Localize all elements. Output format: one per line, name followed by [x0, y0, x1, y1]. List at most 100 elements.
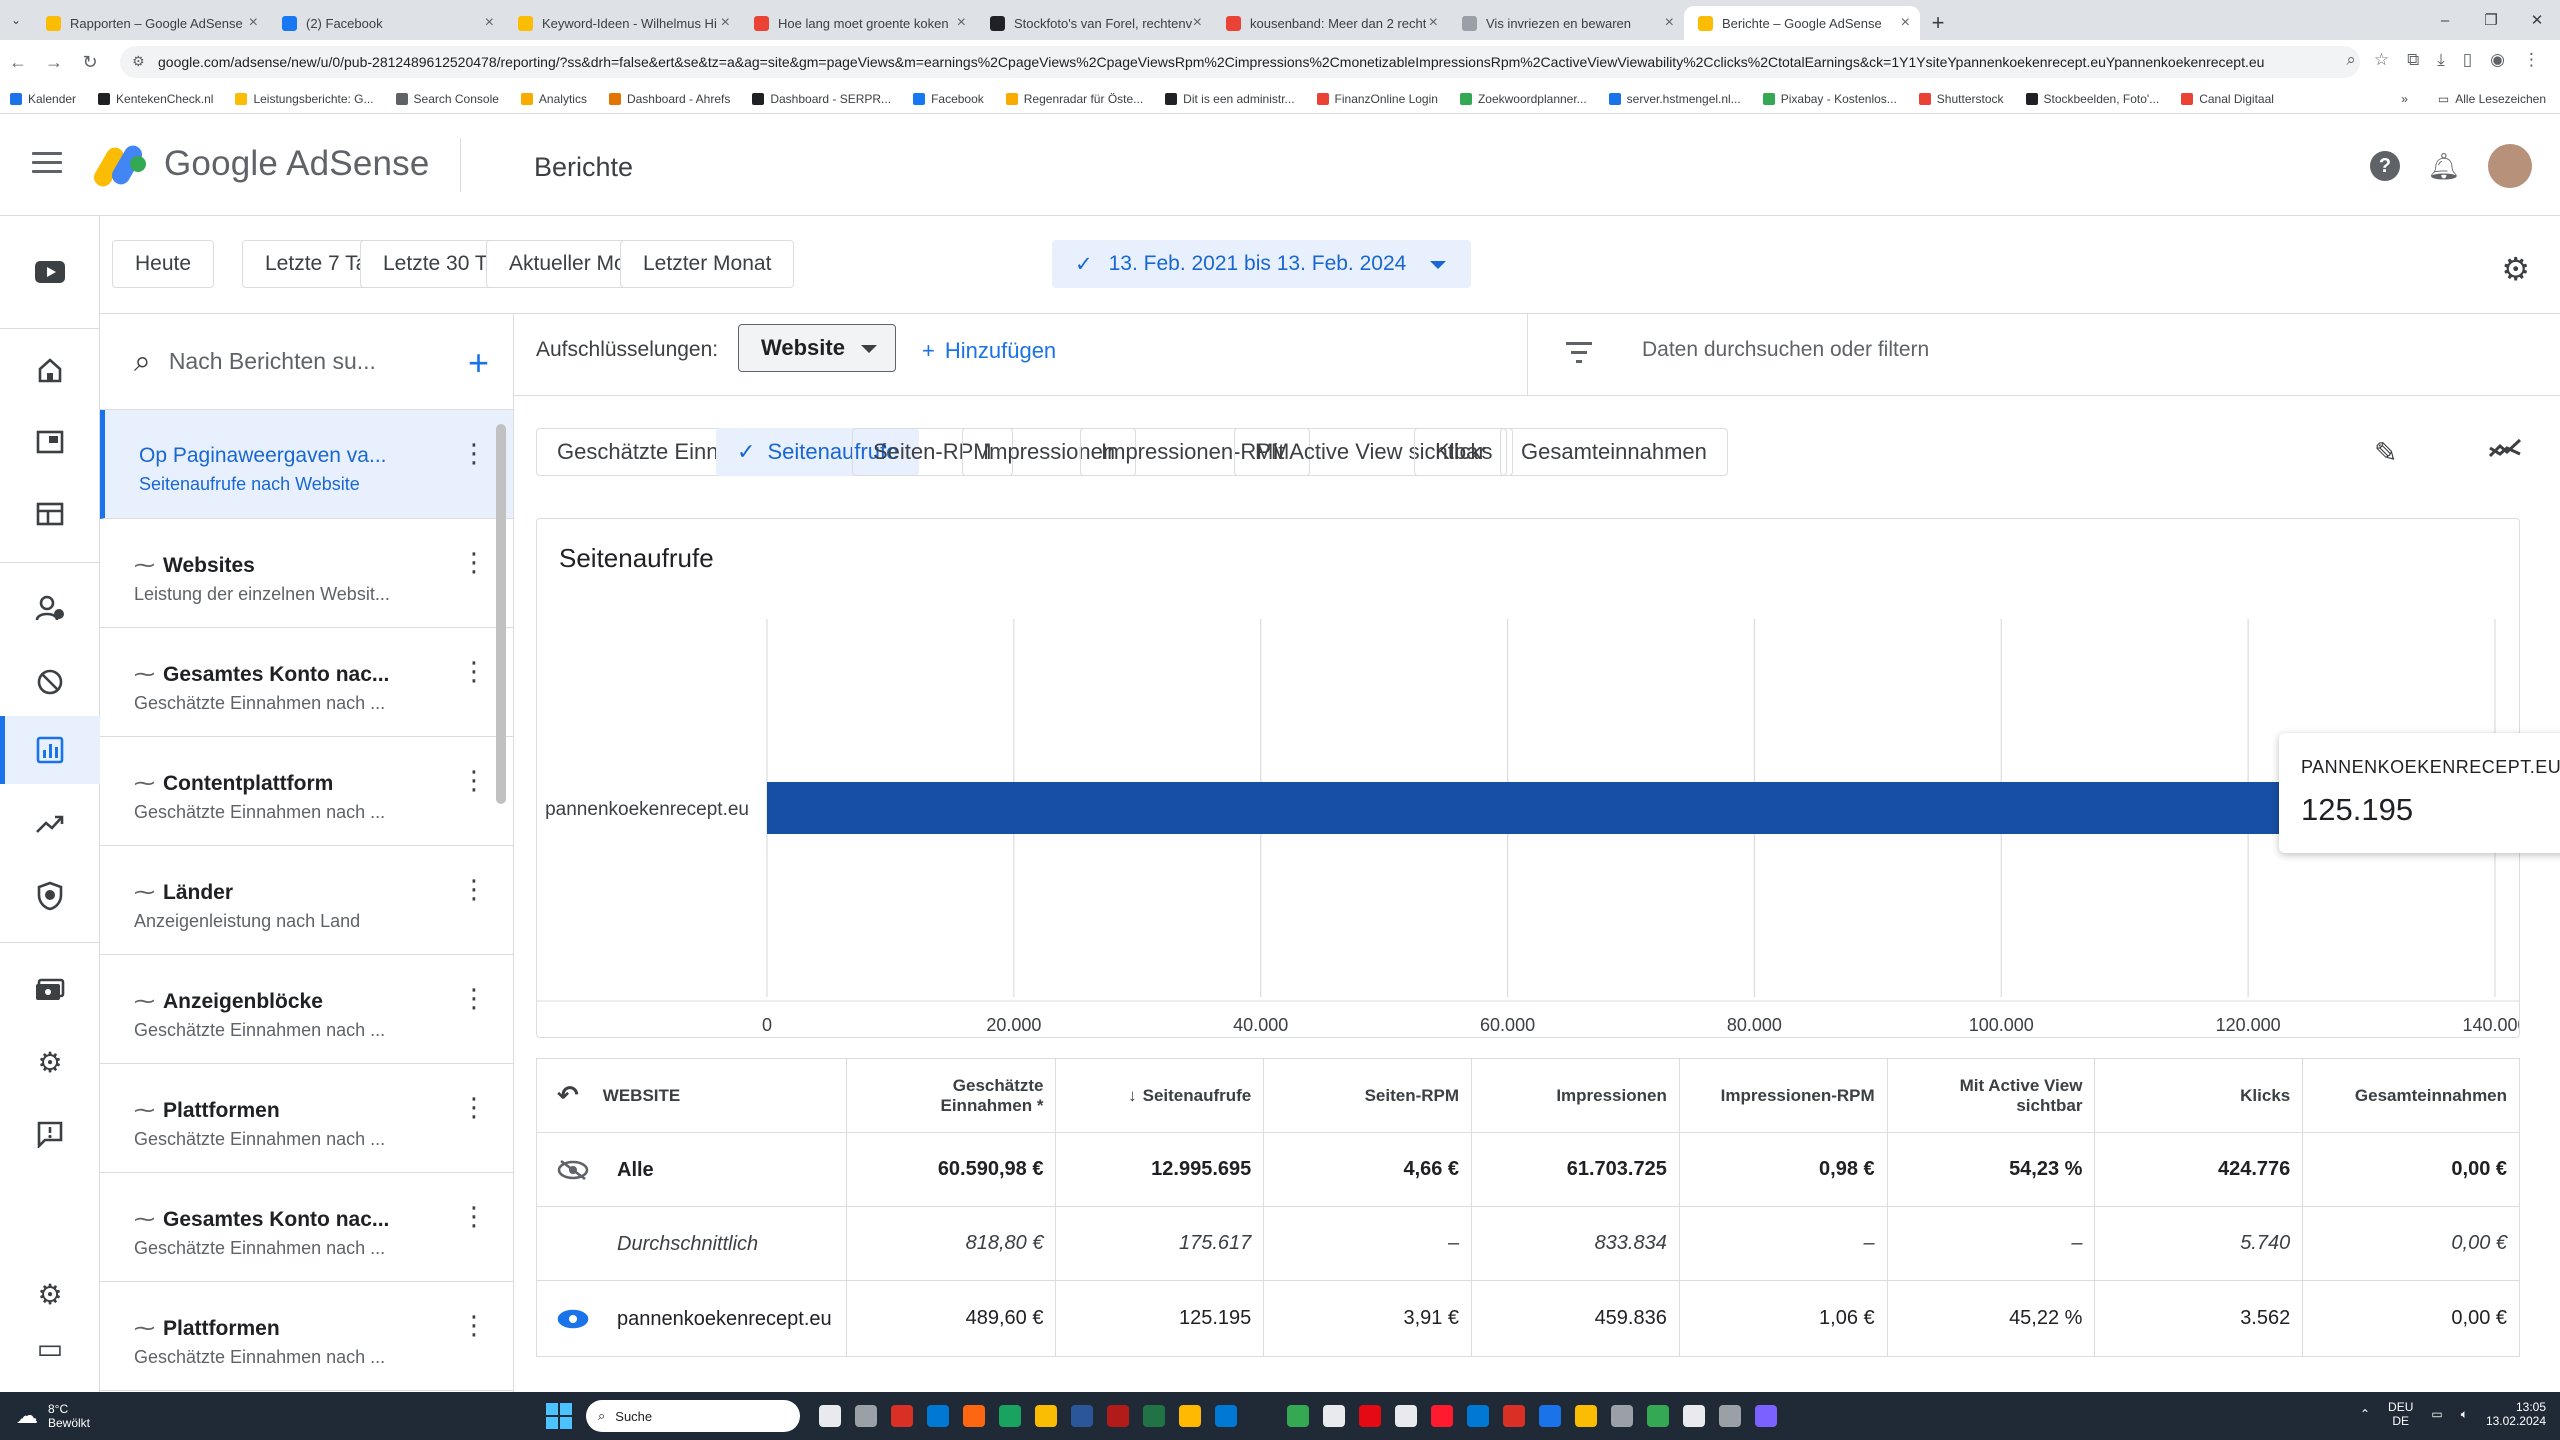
taskbar-app-icon[interactable] — [1251, 1405, 1273, 1427]
browser-tab[interactable]: Vis invriezen en bewaren × — [1448, 6, 1684, 40]
more-vert-icon[interactable]: ⋮ — [461, 767, 487, 793]
bookmark-item[interactable]: FinanzOnline Login — [1316, 92, 1438, 106]
bookmark-item[interactable]: Facebook — [913, 92, 984, 106]
taskbar-app-icon[interactable] — [1107, 1405, 1129, 1427]
tab-close-icon[interactable]: × — [1193, 14, 1202, 32]
taskbar-app-icon[interactable] — [1539, 1405, 1561, 1427]
table-row[interactable]: pannenkoekenrecept.eu 489,60 € 125.195 3,91… — [537, 1281, 2519, 1357]
browser-tab[interactable]: Keyword-Ideen - Wilhelmus Hi × — [504, 6, 740, 40]
visibility-off-icon[interactable] — [557, 1159, 589, 1181]
saved-report-item[interactable]: ⁓ Contentplattform Geschätzte Einnahmen na… — [100, 737, 513, 846]
feedback-bottom-icon[interactable]: ▭ — [0, 1328, 100, 1368]
tab-close-icon[interactable]: × — [1901, 14, 1910, 32]
optimization-icon[interactable] — [0, 790, 100, 858]
taskbar-app-icon[interactable] — [1143, 1405, 1165, 1427]
add-breakdown-button[interactable]: + Hinzufügen — [922, 338, 1056, 364]
address-bar[interactable]: ⚙ google.com/adsense/new/u/0/pub-2812489… — [120, 46, 2360, 78]
reports-icon[interactable] — [0, 716, 100, 784]
saved-report-item[interactable]: ⁓ Websites Leistung der einzelnen Websit..… — [100, 519, 513, 628]
taskbar-app-icon[interactable] — [1575, 1405, 1597, 1427]
date-chip[interactable]: Letzter Monat — [620, 240, 795, 288]
taskbar-app-icon[interactable] — [1323, 1405, 1345, 1427]
taskbar-app-icon[interactable] — [1359, 1405, 1381, 1427]
saved-report-item[interactable]: ⁓ Plattformen Geschätzte Einnahmen nach ..… — [100, 1282, 513, 1391]
site-info-icon[interactable]: ⚙ — [132, 53, 145, 70]
taskbar-app-icon[interactable] — [963, 1405, 985, 1427]
reload-icon[interactable]: ↻ — [72, 52, 108, 73]
more-vert-icon[interactable]: ⋮ — [461, 1203, 487, 1229]
taskbar-app-icon[interactable] — [1071, 1405, 1093, 1427]
help-icon[interactable]: ? — [2370, 151, 2400, 181]
bookmark-item[interactable]: Dit is een administr... — [1165, 92, 1295, 106]
bookmark-star-icon[interactable]: ☆ — [2374, 50, 2389, 70]
tab-close-icon[interactable]: × — [957, 14, 966, 32]
bookmark-item[interactable]: Dashboard - SERPR... — [752, 92, 891, 106]
taskbar-app-icon[interactable] — [1755, 1405, 1777, 1427]
tab-close-icon[interactable]: × — [1429, 14, 1438, 32]
more-vert-icon[interactable]: ⋮ — [461, 1312, 487, 1338]
more-vert-icon[interactable]: ⋮ — [461, 1094, 487, 1120]
report-settings-icon[interactable]: ⚙ — [2501, 250, 2530, 288]
bookmark-item[interactable]: Shutterstock — [1918, 92, 2004, 106]
table-row[interactable]: Alle 60.590,98 € 12.995.695 4,66 € 61.703.72… — [537, 1133, 2519, 1207]
browser-tab[interactable]: Hoe lang moet groente koken × — [740, 6, 976, 40]
taskbar-app-icon[interactable] — [999, 1405, 1021, 1427]
column-header[interactable]: Seiten-RPM — [1264, 1059, 1473, 1132]
saved-report-item[interactable]: ⁓ Länder Anzeigenleistung nach Land ⋮ — [100, 846, 513, 955]
forward-icon[interactable]: → — [36, 52, 72, 73]
taskbar-app-icon[interactable] — [1467, 1405, 1489, 1427]
settings-icon[interactable]: ⚙ — [0, 1260, 100, 1328]
saved-report-item[interactable]: ⁓ Anzeigenblöcke Geschätzte Einnahmen nach… — [100, 955, 513, 1064]
more-vert-icon[interactable]: ⋮ — [461, 440, 487, 466]
adsense-logo[interactable]: Google AdSense — [90, 142, 430, 190]
saved-report-item[interactable]: Op Paginaweergaven va... Seitenaufrufe na… — [100, 410, 513, 519]
taskbar-app-icon[interactable] — [1035, 1405, 1057, 1427]
lang-primary[interactable]: DEU — [2388, 1400, 2413, 1414]
taskbar-app-icon[interactable] — [1287, 1405, 1309, 1427]
start-icon[interactable] — [546, 1403, 572, 1429]
menu-icon[interactable]: ⋮ — [2523, 50, 2540, 70]
column-header[interactable]: Geschätzte Einnahmen * — [847, 1059, 1057, 1132]
account-settings-icon[interactable]: ⚙ — [0, 1028, 100, 1096]
taskbar-app-icon[interactable] — [1719, 1405, 1741, 1427]
taskbar-app-icon[interactable] — [1503, 1405, 1525, 1427]
bookmark-item[interactable]: server.hstmengel.nl... — [1608, 92, 1741, 106]
bookmark-item[interactable]: Search Console — [395, 92, 499, 106]
edit-metrics-icon[interactable]: ✎ — [2374, 436, 2397, 469]
zoom-icon[interactable]: ⌕ — [2346, 50, 2356, 70]
taskbar-app-icon[interactable] — [1395, 1405, 1417, 1427]
download-icon[interactable]: ⤓ — [2437, 50, 2445, 70]
more-bookmarks-icon[interactable]: » — [2401, 92, 2408, 106]
feedback-icon[interactable] — [0, 1100, 100, 1168]
bar[interactable] — [767, 782, 2313, 834]
main-menu-icon[interactable] — [32, 152, 62, 176]
report-search[interactable]: ⌕ Nach Berichten su... + — [100, 314, 513, 410]
date-chip[interactable]: Heute — [112, 240, 215, 288]
weather-icon[interactable]: ☁ — [16, 1403, 38, 1429]
bookmark-item[interactable]: Canal Digitaal — [2181, 92, 2274, 106]
breakdown-dropdown[interactable]: Website — [738, 324, 896, 372]
maximize-icon[interactable]: ❐ — [2468, 0, 2514, 40]
more-vert-icon[interactable]: ⋮ — [461, 876, 487, 902]
browser-tab[interactable]: Rapporten – Google AdSense × — [32, 6, 268, 40]
taskbar-app-icon[interactable] — [891, 1405, 913, 1427]
add-report-icon[interactable]: + — [468, 342, 489, 384]
column-header[interactable]: Impressionen — [1472, 1059, 1680, 1132]
saved-report-item[interactable]: ⁓ Gesamtes Konto nac... Geschätzte Einnahm… — [100, 1173, 513, 1282]
column-header[interactable]: Mit Active View sichtbar — [1888, 1059, 2096, 1132]
bookmark-item[interactable]: Pixabay - Kostenlos... — [1762, 92, 1897, 106]
taskbar-search[interactable]: ⌕ Suche — [586, 1400, 800, 1432]
tab-close-icon[interactable]: × — [485, 14, 494, 32]
policy-center-icon[interactable] — [0, 862, 100, 930]
bookmark-item[interactable]: Stockbeelden, Foto'... — [2025, 92, 2159, 106]
browser-tab[interactable]: kousenband: Meer dan 2 recht × — [1212, 6, 1448, 40]
more-vert-icon[interactable]: ⋮ — [461, 658, 487, 684]
browser-tab[interactable]: Stockfoto's van Forel, rechtenv × — [976, 6, 1212, 40]
network-icon[interactable]: ▭ — [2431, 1407, 2442, 1421]
tab-close-icon[interactable]: × — [1665, 14, 1674, 32]
chart-type-icon[interactable] — [2488, 434, 2522, 469]
report-search-input[interactable]: Nach Berichten su... — [169, 348, 376, 375]
taskbar-app-icon[interactable] — [1179, 1405, 1201, 1427]
browser-tab[interactable]: Berichte – Google AdSense × — [1684, 6, 1920, 40]
column-header[interactable]: ↶ WEBSITE — [537, 1059, 847, 1132]
